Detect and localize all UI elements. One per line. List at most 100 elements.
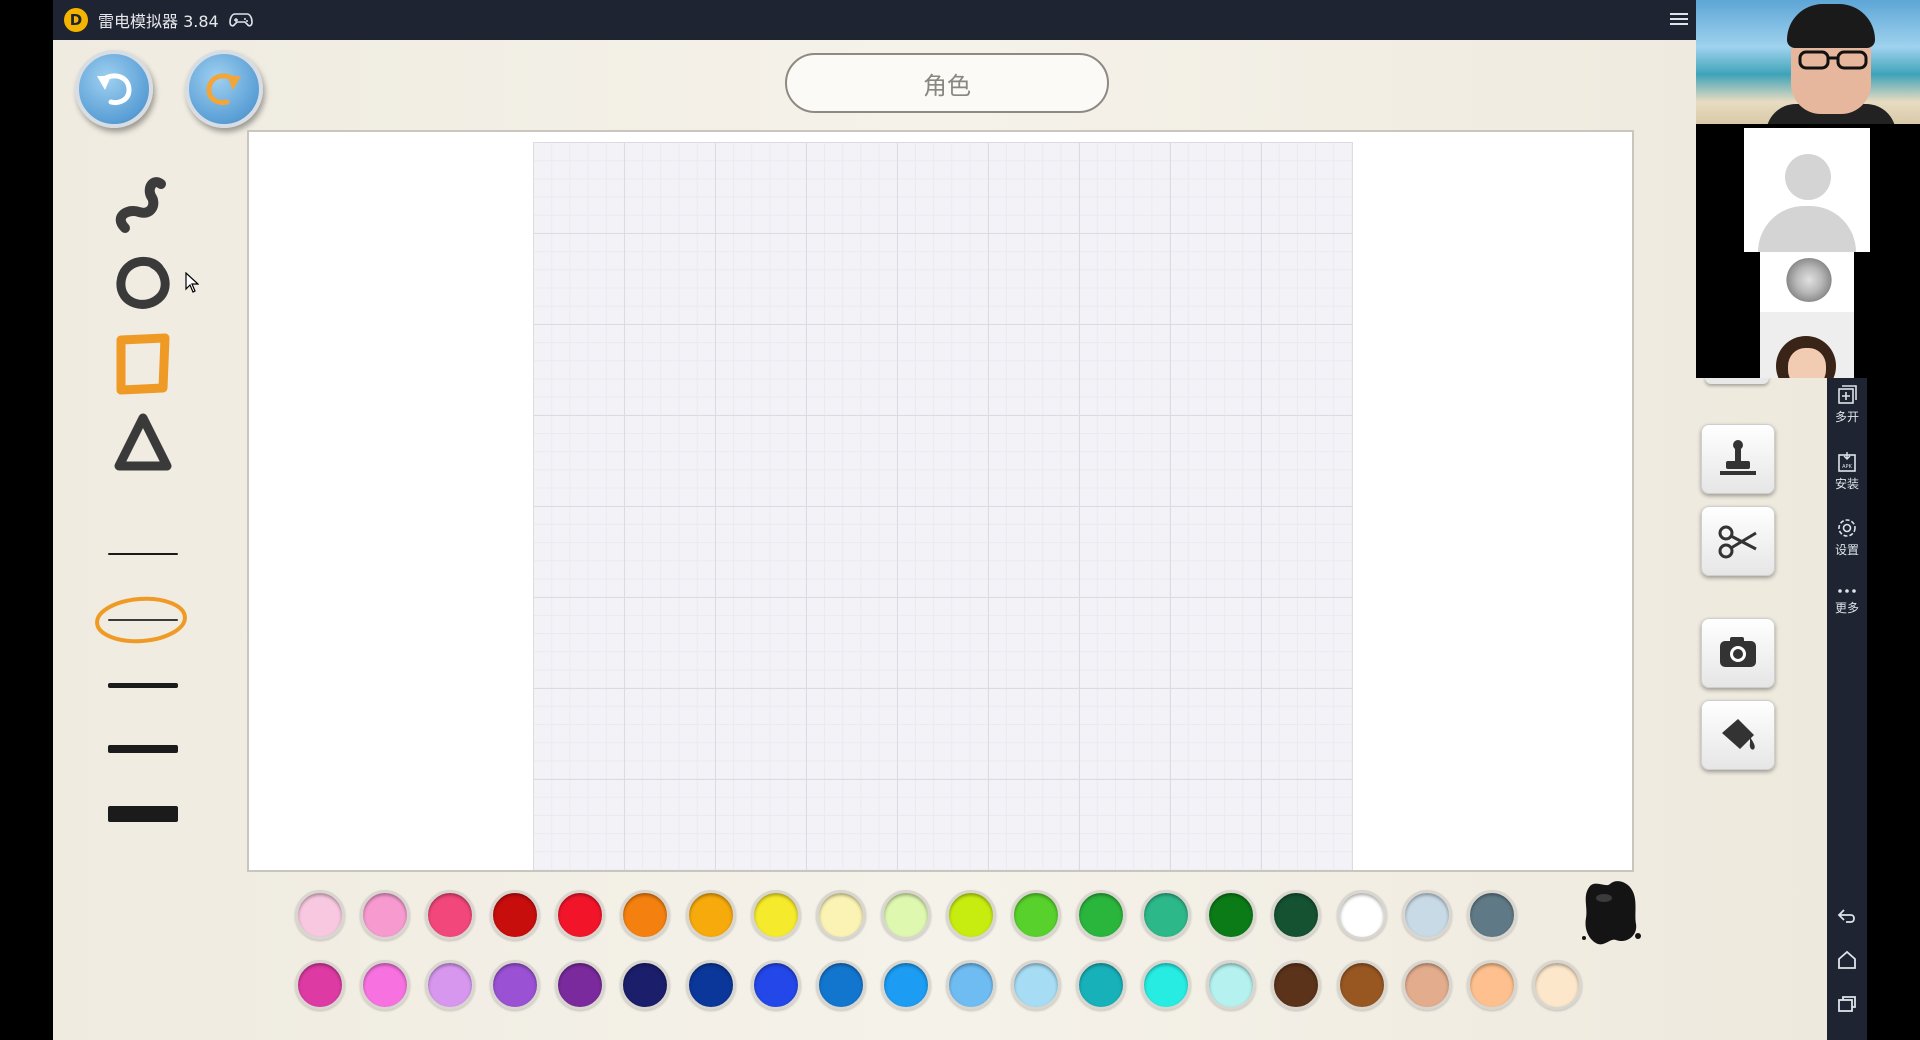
color-swatch[interactable] [620, 890, 671, 940]
svg-text:APK: APK [1842, 464, 1852, 470]
color-swatch[interactable] [1011, 960, 1062, 1010]
apk-install-icon: APK [1838, 452, 1856, 472]
color-swatch[interactable] [1531, 960, 1582, 1010]
color-swatch[interactable] [1076, 890, 1127, 940]
color-swatch[interactable] [490, 960, 541, 1010]
color-swatch[interactable] [360, 960, 411, 1010]
color-swatch[interactable] [750, 890, 801, 940]
color-swatch[interactable] [295, 960, 345, 1010]
stroke-width-thick[interactable] [108, 745, 178, 753]
stroke-width-heavy[interactable] [108, 806, 178, 822]
drawing-canvas[interactable] [247, 130, 1634, 872]
recents-icon [1838, 996, 1856, 1012]
circle-tool-icon[interactable] [103, 246, 183, 322]
stroke-width-thin[interactable] [108, 553, 178, 555]
color-swatch[interactable] [1206, 960, 1257, 1010]
sidebar-item-label: 多开 [1834, 410, 1859, 424]
color-swatch[interactable] [1206, 890, 1257, 940]
triangle-tool-icon[interactable] [103, 406, 183, 482]
participant-avatar [1744, 128, 1870, 252]
stroke-width-medium[interactable] [108, 683, 178, 688]
redo-arrow-icon [206, 73, 241, 105]
color-swatch[interactable] [1466, 960, 1517, 1010]
video-call-panel [1696, 0, 1920, 378]
color-swatch[interactable] [1076, 960, 1127, 1010]
color-swatch[interactable] [425, 890, 476, 940]
color-swatch[interactable] [880, 890, 931, 940]
undo-arrow-icon [97, 73, 132, 105]
emulator-titlebar: D 雷电模拟器 3.84 [53, 0, 1696, 40]
color-swatch[interactable] [1466, 890, 1517, 940]
camera-icon [1720, 637, 1756, 667]
gamepad-icon[interactable] [228, 12, 253, 28]
sidebar-item-settings[interactable]: 设置 [1827, 517, 1867, 558]
more-dots-icon [1838, 589, 1856, 593]
redo-button[interactable] [185, 50, 263, 128]
color-swatch[interactable] [1141, 890, 1192, 940]
freehand-brush-tool-icon[interactable] [103, 168, 183, 244]
stamp-icon [1720, 440, 1756, 475]
undo-button[interactable] [75, 50, 153, 128]
color-swatch[interactable] [815, 890, 866, 940]
home-icon [1838, 950, 1856, 969]
color-swatch[interactable] [620, 960, 671, 1010]
right-black-margin [1867, 378, 1920, 1040]
color-swatch[interactable] [945, 960, 996, 1010]
color-swatch[interactable] [685, 890, 736, 940]
color-swatch[interactable] [815, 960, 866, 1010]
sidebar-item-label: 安装 [1834, 477, 1859, 491]
color-swatch[interactable] [1336, 890, 1387, 940]
paint-bucket-icon [1722, 719, 1755, 750]
participant-video-small [1760, 312, 1854, 378]
color-swatch[interactable] [360, 890, 411, 940]
camera-tool-button[interactable] [1701, 618, 1775, 688]
paint-bucket-tool-button[interactable] [1701, 700, 1775, 770]
color-swatch[interactable] [685, 960, 736, 1010]
sidebar-item-install-apk[interactable]: APK 安装 [1827, 451, 1867, 492]
multi-instance-icon [1838, 385, 1857, 404]
color-swatch[interactable] [750, 960, 801, 1010]
color-swatch[interactable] [295, 890, 345, 940]
scissors-icon [1718, 525, 1757, 559]
grid-paper[interactable] [533, 142, 1353, 870]
color-swatch[interactable] [945, 890, 996, 940]
color-swatch[interactable] [555, 960, 606, 1010]
color-swatch[interactable] [1336, 960, 1387, 1010]
color-swatch[interactable] [1271, 960, 1322, 1010]
color-swatch[interactable] [1401, 890, 1452, 940]
default-avatar-icon [1785, 154, 1831, 200]
black-ink-swatch[interactable] [1576, 878, 1644, 950]
color-swatch[interactable] [425, 960, 476, 1010]
participant-thumbnail [1760, 252, 1854, 312]
drawing-app: 角色 [53, 40, 1827, 1040]
palette-row-1 [295, 890, 1532, 940]
stamp-tool-button[interactable] [1701, 424, 1775, 494]
recents-button[interactable] [1827, 994, 1867, 1016]
home-button[interactable] [1827, 950, 1867, 972]
drawing-title[interactable]: 角色 [785, 53, 1109, 113]
sidebar-item-multi-instance[interactable]: 多开 [1827, 384, 1867, 425]
sidebar-item-label: 更多 [1834, 601, 1859, 615]
scissors-tool-button[interactable] [1701, 506, 1775, 576]
color-swatch[interactable] [555, 890, 606, 940]
left-margin [0, 0, 53, 1040]
back-icon [1837, 909, 1855, 923]
color-swatch[interactable] [880, 960, 931, 1010]
settings-gear-icon [1838, 519, 1856, 537]
participant-video-main [1696, 0, 1920, 124]
sidebar-item-more[interactable]: 更多 [1827, 585, 1867, 616]
window-title: 雷电模拟器 3.84 [98, 12, 219, 31]
color-swatch[interactable] [1271, 890, 1322, 940]
sidebar-item-label: 设置 [1834, 543, 1859, 557]
rectangle-tool-icon[interactable] [103, 326, 183, 402]
mouse-cursor-icon [185, 272, 199, 293]
color-swatch[interactable] [1011, 890, 1062, 940]
emulator-logo-icon: D [64, 8, 88, 32]
color-swatch[interactable] [1141, 960, 1192, 1010]
stroke-width-light[interactable] [108, 619, 178, 621]
palette-row-2 [295, 960, 1597, 1010]
color-swatch[interactable] [490, 890, 541, 940]
hamburger-menu-icon[interactable] [1670, 10, 1688, 26]
color-swatch[interactable] [1401, 960, 1452, 1010]
back-button[interactable] [1827, 906, 1867, 928]
